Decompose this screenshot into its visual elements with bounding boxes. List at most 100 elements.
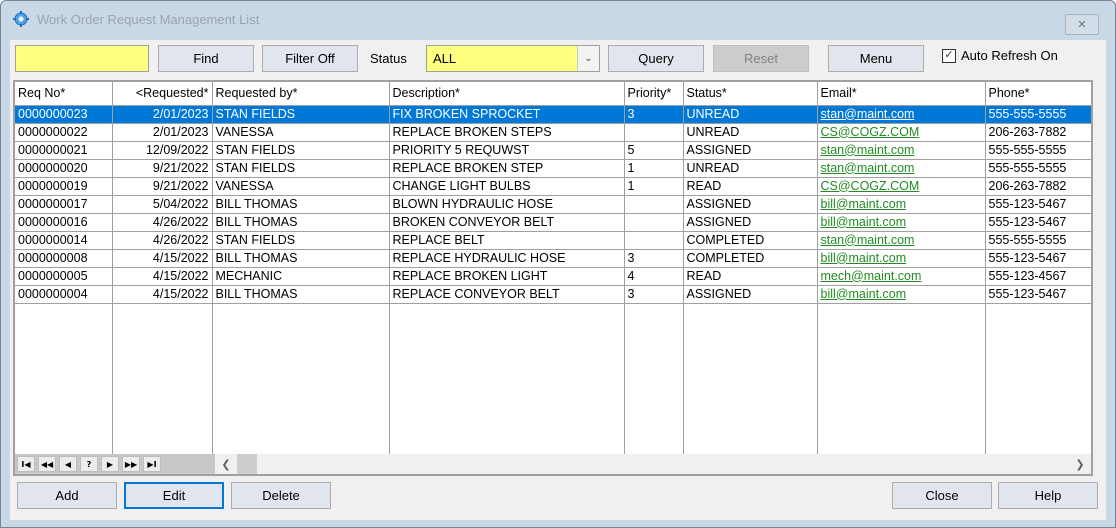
column-header-description[interactable]: Description* bbox=[389, 82, 625, 106]
table-row[interactable]: 0000000014 4/26/2022 STAN FIELDS REPLACE BE… bbox=[15, 231, 1091, 250]
close-button[interactable]: Close bbox=[892, 482, 992, 509]
delete-button[interactable]: Delete bbox=[231, 482, 331, 509]
email-link[interactable]: CS@COGZ.COM bbox=[821, 179, 920, 193]
scroll-left-icon[interactable]: ❮ bbox=[215, 454, 237, 474]
prev-page-button[interactable]: ◀◀ bbox=[38, 456, 56, 472]
auto-refresh-toggle[interactable]: ✓ Auto Refresh On bbox=[942, 48, 1058, 63]
cell-phone[interactable]: 555-123-4567 bbox=[985, 267, 1091, 286]
cell-requested[interactable]: 2/01/2023 bbox=[112, 105, 213, 124]
menu-button[interactable]: Menu bbox=[828, 45, 924, 72]
cell-email[interactable]: bill@maint.com bbox=[817, 195, 986, 214]
cell-status[interactable]: UNREAD bbox=[683, 105, 818, 124]
cell-req-no[interactable]: 0000000020 bbox=[15, 159, 113, 178]
cell-priority[interactable]: 4 bbox=[624, 267, 684, 286]
cell-priority[interactable] bbox=[624, 213, 684, 232]
table-row[interactable]: 0000000019 9/21/2022 VANESSA CHANGE LIGHT B… bbox=[15, 177, 1091, 196]
cell-email[interactable]: bill@maint.com bbox=[817, 285, 986, 304]
cell-req-no[interactable]: 0000000014 bbox=[15, 231, 113, 250]
cell-req-no[interactable]: 0000000017 bbox=[15, 195, 113, 214]
column-header-requested-by[interactable]: Requested by* bbox=[212, 82, 390, 106]
cell-status[interactable]: READ bbox=[683, 267, 818, 286]
cell-status[interactable]: ASSIGNED bbox=[683, 285, 818, 304]
cell-requested-by[interactable]: VANESSA bbox=[212, 123, 390, 142]
prev-record-button[interactable]: ◀ bbox=[59, 456, 77, 472]
cell-phone[interactable]: 555-555-5555 bbox=[985, 141, 1091, 160]
cell-req-no[interactable]: 0000000023 bbox=[15, 105, 113, 124]
cell-requested[interactable]: 4/15/2022 bbox=[112, 249, 213, 268]
cell-phone[interactable]: 555-123-5467 bbox=[985, 249, 1091, 268]
filter-off-button[interactable]: Filter Off bbox=[262, 45, 358, 72]
cell-requested-by[interactable]: STAN FIELDS bbox=[212, 159, 390, 178]
cell-email[interactable]: bill@maint.com bbox=[817, 249, 986, 268]
column-header-priority[interactable]: Priority* bbox=[624, 82, 684, 106]
find-input[interactable] bbox=[15, 45, 149, 72]
email-link[interactable]: stan@maint.com bbox=[821, 161, 915, 175]
cell-priority[interactable]: 3 bbox=[624, 249, 684, 268]
cell-requested[interactable]: 9/21/2022 bbox=[112, 159, 213, 178]
next-page-button[interactable]: ▶▶ bbox=[122, 456, 140, 472]
cell-requested-by[interactable]: BILL THOMAS bbox=[212, 213, 390, 232]
cell-req-no[interactable]: 0000000016 bbox=[15, 213, 113, 232]
cell-priority[interactable]: 5 bbox=[624, 141, 684, 160]
email-link[interactable]: stan@maint.com bbox=[821, 233, 915, 247]
cell-email[interactable]: stan@maint.com bbox=[817, 105, 986, 124]
cell-description[interactable]: REPLACE CONVEYOR BELT bbox=[389, 285, 625, 304]
window-close-button[interactable]: ✕ bbox=[1065, 14, 1099, 35]
reset-button[interactable]: Reset bbox=[713, 45, 809, 72]
cell-email[interactable]: bill@maint.com bbox=[817, 213, 986, 232]
auto-refresh-checkbox[interactable]: ✓ bbox=[942, 48, 956, 63]
cell-description[interactable]: REPLACE BELT bbox=[389, 231, 625, 250]
cell-description[interactable]: BLOWN HYDRAULIC HOSE bbox=[389, 195, 625, 214]
cell-phone[interactable]: 555-123-5467 bbox=[985, 213, 1091, 232]
first-record-button[interactable]: I◀ bbox=[17, 456, 35, 472]
cell-phone[interactable]: 555-123-5467 bbox=[985, 195, 1091, 214]
email-link[interactable]: stan@maint.com bbox=[821, 143, 915, 157]
table-row[interactable]: 0000000016 4/26/2022 BILL THOMAS BROKEN CON… bbox=[15, 213, 1091, 232]
cell-requested-by[interactable]: STAN FIELDS bbox=[212, 231, 390, 250]
email-link[interactable]: bill@maint.com bbox=[821, 251, 907, 265]
cell-requested[interactable]: 2/01/2023 bbox=[112, 123, 213, 142]
cell-email[interactable]: stan@maint.com bbox=[817, 141, 986, 160]
column-header-requested[interactable]: <Requested* bbox=[112, 82, 213, 106]
cell-status[interactable]: UNREAD bbox=[683, 159, 818, 178]
cell-email[interactable]: CS@COGZ.COM bbox=[817, 123, 986, 142]
cell-status[interactable]: COMPLETED bbox=[683, 231, 818, 250]
cell-phone[interactable]: 206-263-7882 bbox=[985, 123, 1091, 142]
cell-req-no[interactable]: 0000000005 bbox=[15, 267, 113, 286]
email-link[interactable]: CS@COGZ.COM bbox=[821, 125, 920, 139]
column-header-phone[interactable]: Phone* bbox=[985, 82, 1091, 106]
cell-requested-by[interactable]: BILL THOMAS bbox=[212, 195, 390, 214]
cell-phone[interactable]: 555-555-5555 bbox=[985, 159, 1091, 178]
cell-phone[interactable]: 206-263-7882 bbox=[985, 177, 1091, 196]
cell-requested[interactable]: 9/21/2022 bbox=[112, 177, 213, 196]
cell-requested[interactable]: 4/15/2022 bbox=[112, 285, 213, 304]
cell-email[interactable]: stan@maint.com bbox=[817, 231, 986, 250]
cell-req-no[interactable]: 0000000004 bbox=[15, 285, 113, 304]
cell-email[interactable]: CS@COGZ.COM bbox=[817, 177, 986, 196]
cell-requested-by[interactable]: BILL THOMAS bbox=[212, 249, 390, 268]
cell-email[interactable]: mech@maint.com bbox=[817, 267, 986, 286]
table-row[interactable]: 0000000021 12/09/2022 STAN FIELDS PRIORITY … bbox=[15, 141, 1091, 160]
cell-requested[interactable]: 4/26/2022 bbox=[112, 231, 213, 250]
edit-button[interactable]: Edit bbox=[124, 482, 224, 509]
add-button[interactable]: Add bbox=[17, 482, 117, 509]
cell-req-no[interactable]: 0000000021 bbox=[15, 141, 113, 160]
table-row[interactable]: 0000000022 2/01/2023 VANESSA REPLACE BROKEN… bbox=[15, 123, 1091, 142]
email-link[interactable]: bill@maint.com bbox=[821, 287, 907, 301]
table-row[interactable]: 0000000005 4/15/2022 MECHANIC REPLACE BROKE… bbox=[15, 267, 1091, 286]
cell-priority[interactable]: 1 bbox=[624, 159, 684, 178]
cell-status[interactable]: COMPLETED bbox=[683, 249, 818, 268]
cell-requested-by[interactable]: MECHANIC bbox=[212, 267, 390, 286]
column-header-email[interactable]: Email* bbox=[817, 82, 986, 106]
last-record-button[interactable]: ▶I bbox=[143, 456, 161, 472]
cell-description[interactable]: BROKEN CONVEYOR BELT bbox=[389, 213, 625, 232]
cell-requested[interactable]: 4/26/2022 bbox=[112, 213, 213, 232]
query-button[interactable]: Query bbox=[608, 45, 704, 72]
help-button[interactable]: Help bbox=[998, 482, 1098, 509]
cell-req-no[interactable]: 0000000019 bbox=[15, 177, 113, 196]
table-row[interactable]: 0000000004 4/15/2022 BILL THOMAS REPLACE CO… bbox=[15, 285, 1091, 304]
email-link[interactable]: stan@maint.com bbox=[821, 107, 915, 121]
cell-req-no[interactable]: 0000000022 bbox=[15, 123, 113, 142]
email-link[interactable]: bill@maint.com bbox=[821, 197, 907, 211]
query-button[interactable]: ? bbox=[80, 456, 98, 472]
